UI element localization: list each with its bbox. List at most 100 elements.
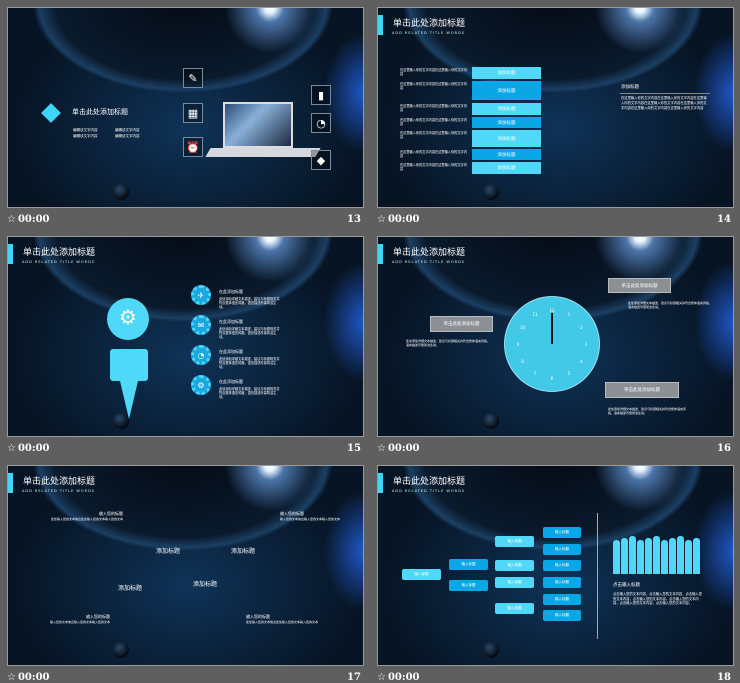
person-silhouette [629,536,636,574]
person-silhouette [693,538,700,574]
alarm-clock-icon: ⏰ [183,137,203,157]
callout-text: 此处添加详细文本描述，建议与标题相关并符合整体语言风格，语言描述尽量简洁生动。 [628,301,713,309]
title-box[interactable]: 添加标题 [472,162,541,174]
note-title: 输入您的标题 [86,614,110,619]
planet-decoration [113,642,129,658]
gear-icon: ✉ [191,315,211,335]
tree-node-root[interactable]: 输入标题 [402,569,441,580]
laptop-image [223,102,293,148]
pencil-ruler-icon: ✎ [183,68,203,88]
slide-timing: ☆ 00:00 [7,672,50,683]
timing-label: 00:00 [387,672,420,683]
callout-title[interactable]: 单击此处添加标题 [608,278,671,293]
tree-node[interactable]: 输入标题 [543,527,581,538]
title-accent-bar [8,473,13,493]
right-title: 点击输入标题 [613,583,640,588]
tree-node[interactable]: 输入标题 [543,577,581,588]
star-icon[interactable]: ☆ [377,214,386,225]
gear-icon: ⚙ [191,375,211,395]
shape-label[interactable]: 添加标题 [211,544,275,556]
left-text: 在这里输入你的文字内容在这里输入你的文字内容 [400,163,467,171]
left-text: 在这里输入你的文字内容在这里输入你的文字内容 [400,131,467,139]
slide-thumbnail-14[interactable]: 单击此处添加标题 ADD RELATED TITLE WORDS 添加标题 在这里输入… [377,7,734,208]
star-icon[interactable]: ☆ [7,443,16,454]
title-box[interactable]: 添加标题 [472,81,541,100]
title-box[interactable]: 添加标题 [472,67,541,79]
clock-number: 12 [549,307,555,313]
note-text: 此处输入您的文本信息此处输入您的文本输入您的文本 [50,517,123,521]
clock-number: 9 [516,341,520,347]
diamond-icon [41,103,61,123]
lightbulb-icon: ⚙ [107,298,149,340]
person-silhouette [669,538,676,574]
shape-label[interactable]: 添加标题 [136,544,200,556]
slide-title: 单击此处添加标题 [393,477,466,487]
planet-decoration [483,413,499,429]
text-item: 编辑该文字内容 [115,128,140,132]
clock-number: 10 [520,324,526,330]
tree-node[interactable]: 输入标题 [543,560,581,571]
callout-text: 此处添加详细文本描述，建议与标题相关并符合整体语言风格，语言描述尽量简洁生动。 [406,339,491,347]
title-box[interactable]: 添加标题 [472,149,541,160]
slide-timing: ☆ 00:00 [377,214,420,225]
note-text: 输入您的文本信息输入您的文本输入您的文本 [280,517,341,521]
item-title: 在此添加标题 [219,349,243,354]
slide-title: 单击此处添加标题 [393,19,466,29]
left-text: 在这里输入你的文字内容在这里输入你的文字内容 [400,118,467,126]
slide-thumbnail-15[interactable]: 单击此处添加标题 ADD RELATED TITLE WORDS ⚙ ✈ 在此添加标题此… [7,236,364,437]
slide-timing: ☆ 00:00 [377,672,420,683]
text-item: 编辑该文字内容 [115,134,140,138]
slide-thumbnail-16[interactable]: 单击此处添加标题 ADD RELATED TITLE WORDS 12 1 2 3 4 5 6 7… [377,236,734,437]
star-icon[interactable]: ☆ [7,214,16,225]
tree-node[interactable]: 输入标题 [495,560,534,571]
right-text: 点击输入您的文本内容，点击输入您的文本内容，点击输入您的文本内容，点击输入您的文… [613,592,703,605]
right-text: 在这里输入你的文字内容在这里输入你的文字内容在这里输入你的文字内容在这里输入你的… [621,96,707,110]
note-title: 输入您的标题 [99,511,123,516]
clock-number: 2 [580,324,583,330]
person-silhouette [621,538,628,574]
note-text: 输入您的文本信息输入您的文本输入您的文本 [49,620,110,624]
title-box[interactable]: 添加标题 [472,130,541,147]
slide-thumbnail-18[interactable]: 单击此处添加标题 ADD RELATED TITLE WORDS 输入标题 输入标题输… [377,465,734,666]
tree-node[interactable]: 输入标题 [495,603,534,614]
tree-node[interactable]: 输入标题 [543,610,581,621]
timing-label: 00:00 [17,214,50,225]
item-title: 在此添加标题 [219,379,243,384]
slide-thumbnail-13[interactable]: 单击此处添加标题 编辑该文字内容 编辑该文字内容 编辑该文字内容 编辑该文字内容 ✎ ▦ ⏰ ▮… [7,7,364,208]
person-silhouette [637,540,644,574]
text-item: 编辑该文字内容 [73,134,98,138]
callout-title[interactable]: 单击此处添加标题 [430,316,493,332]
tree-node[interactable]: 输入标题 [543,544,581,555]
figure-body [110,349,148,381]
clock-number: 5 [567,370,571,376]
slide-subtitle: ADD RELATED TITLE WORDS [22,260,95,264]
clock-number: 1 [567,312,571,318]
shape-label[interactable]: 添加标题 [173,577,237,589]
clock-number: 4 [580,358,583,364]
callout-title[interactable]: 单击此处添加标题 [605,382,679,398]
star-icon[interactable]: ☆ [377,443,386,454]
divider [620,93,710,94]
star-icon[interactable]: ☆ [7,672,16,683]
item-text: 此处添加详细文本描述，建议与标题相关并符合整体语言风格，语言描述尽量简洁生动。 [219,297,280,309]
timing-label: 00:00 [17,672,50,683]
slide-title: 单击此处添加标题 [23,248,96,258]
tree-node[interactable]: 输入标题 [495,536,534,547]
tree-node[interactable]: 输入标题 [543,594,581,605]
star-icon[interactable]: ☆ [377,672,386,683]
callout-text: 此处添加详细文本描述，建议与标题相关并符合整体语言风格，语言描述尽量简洁生动。 [608,407,687,415]
clock-hand [551,313,553,344]
tree-node[interactable]: 输入标题 [449,559,488,570]
title-box[interactable]: 添加标题 [472,103,541,115]
person-silhouette [685,540,692,574]
item-text: 此处添加详细文本描述，建议与标题相关并符合整体语言风格，语言描述尽量简洁生动。 [219,387,280,399]
slide-thumbnail-17[interactable]: 单击此处添加标题 ADD RELATED TITLE WORDS 添加标题 添加标题添… [7,465,364,666]
shape-label[interactable]: 添加标题 [98,581,162,593]
note-text: 此处输入您的文本信息此处输入您的文本输入您的文本 [246,620,319,624]
left-text: 在这里输入你的文字内容在这里输入你的文字内容 [400,82,467,90]
item-title: 在此添加标题 [219,289,243,294]
title-box[interactable]: 添加标题 [472,117,541,128]
tree-node[interactable]: 输入标题 [449,580,488,591]
tree-node[interactable]: 输入标题 [495,577,534,588]
people-silhouettes-icon [613,534,705,574]
